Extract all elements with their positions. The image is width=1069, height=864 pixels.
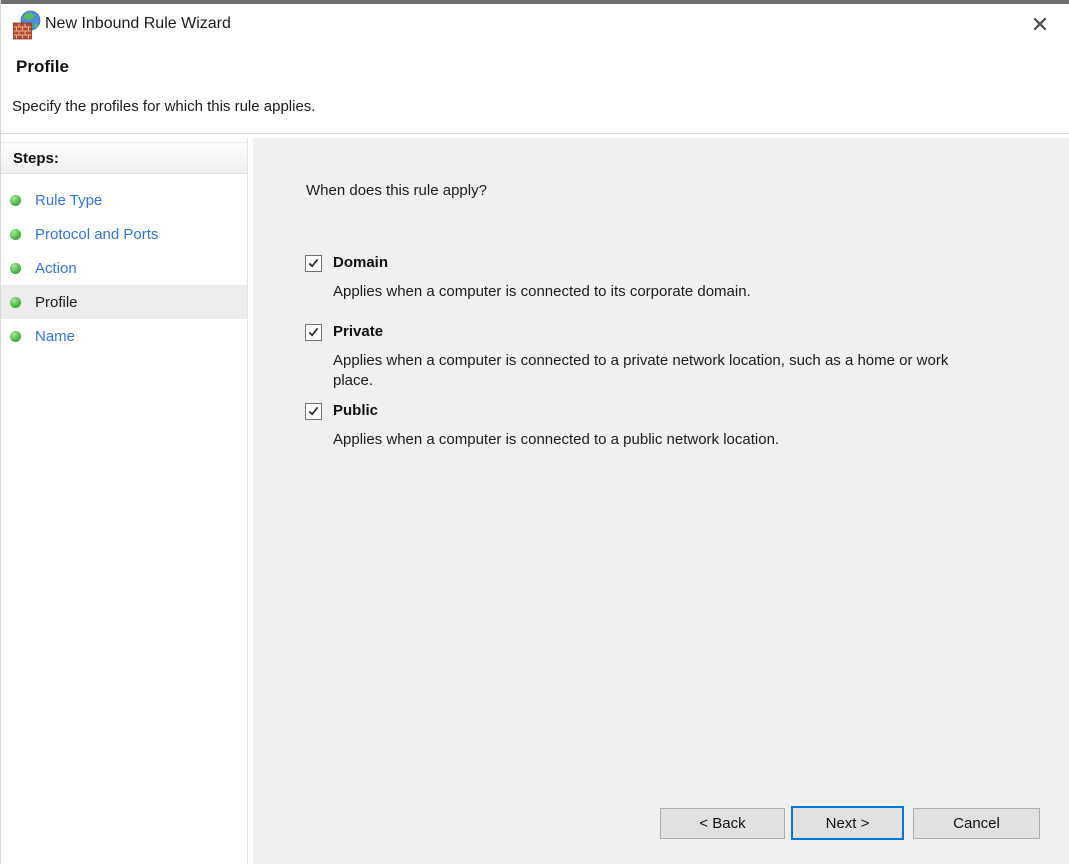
step-bullet-icon [10,262,21,274]
domain-description: Applies when a computer is connected to … [333,283,751,300]
back-button[interactable]: < Back [660,808,785,839]
steps-heading: Steps: [1,142,247,174]
public-description: Applies when a computer is connected to … [333,431,780,448]
public-label: Public [333,402,379,419]
step-bullet-icon [10,330,21,342]
domain-checkbox[interactable] [305,255,322,272]
step-bullet-icon [10,194,21,206]
close-icon[interactable]: ✕ [1023,8,1057,42]
cancel-button[interactable]: Cancel [913,808,1040,839]
next-button[interactable]: Next > [791,806,904,840]
sidebar-item-label: Protocol and Ports [35,225,159,243]
profile-option-private: Private Applies when a computer is conne… [305,323,951,391]
sidebar-item-label: Profile [35,293,78,311]
page-subtitle: Specify the profiles for which this rule… [12,98,316,115]
sidebar-item-label: Action [35,259,77,277]
firewall-icon [13,10,41,40]
page-question: When does this rule apply? [306,182,487,199]
sidebar-item-protocol-and-ports[interactable]: Protocol and Ports [1,217,247,251]
page-title: Profile [16,57,69,76]
private-description: Applies when a computer is connected to … [333,352,949,389]
profile-option-public: Public Applies when a computer is connec… [305,402,779,450]
wizard-page-content: When does this rule apply? Domain Applie… [253,138,1069,864]
domain-label: Domain [333,254,389,271]
step-bullet-icon [10,228,21,240]
public-checkbox[interactable] [305,403,322,420]
sidebar-item-label: Rule Type [35,191,103,209]
checkmark-icon [308,258,319,268]
sidebar-item-action[interactable]: Action [1,251,247,285]
steps-list: Rule Type Protocol and Ports Action Prof… [1,183,247,353]
profile-option-domain: Domain Applies when a computer is connec… [305,254,751,302]
private-label: Private [333,323,384,340]
sidebar-item-rule-type[interactable]: Rule Type [1,183,247,217]
sidebar-item-name[interactable]: Name [1,319,247,353]
sidebar-item-profile[interactable]: Profile [1,285,247,319]
checkmark-icon [308,406,319,416]
step-bullet-icon [10,296,21,308]
wizard-window: New Inbound Rule Wizard ✕ Profile Specif… [0,0,1069,864]
header-divider [1,133,1069,134]
window-title: New Inbound Rule Wizard [45,15,231,32]
private-checkbox[interactable] [305,324,322,341]
title-bar: New Inbound Rule Wizard ✕ [1,4,1069,48]
steps-sidebar: Steps: Rule Type Protocol and Ports Acti… [1,138,248,864]
checkmark-icon [308,327,319,337]
sidebar-item-label: Name [35,327,76,345]
